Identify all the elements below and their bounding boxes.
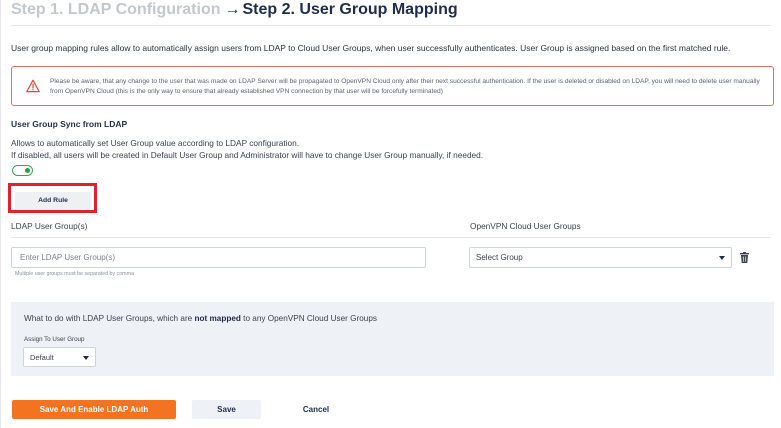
- intro-text: User group mapping rules allow to automa…: [11, 43, 731, 53]
- save-button[interactable]: Save: [192, 400, 261, 419]
- header-divider: [11, 25, 771, 26]
- warning-alert: Please be aware, that any change to the …: [11, 66, 774, 106]
- warning-icon: [26, 79, 40, 93]
- sync-section-title: User Group Sync from LDAP: [11, 119, 128, 129]
- breadcrumb: Step 1. LDAP Configuration → Step 2. User …: [11, 1, 458, 19]
- unmapped-text-before: What to do with LDAP User Groups, which …: [24, 314, 195, 323]
- unmapped-groups-text: What to do with LDAP User Groups, which …: [24, 314, 377, 323]
- unmapped-text-bold: not mapped: [194, 314, 241, 323]
- cloud-group-select-value: Select Group: [476, 253, 523, 262]
- breadcrumb-step1[interactable]: Step 1. LDAP Configuration: [11, 1, 220, 18]
- assign-group-select[interactable]: Default: [23, 347, 96, 367]
- unmapped-groups-panel: What to do with LDAP User Groups, which …: [11, 302, 774, 376]
- assign-group-select-value: Default: [30, 353, 54, 362]
- warning-alert-text: Please be aware, that any change to the …: [50, 78, 760, 95]
- ldap-groups-column-label: LDAP User Group(s): [11, 221, 88, 231]
- columns-divider: [11, 237, 771, 238]
- save-and-enable-button[interactable]: Save And Enable LDAP Auth: [12, 400, 176, 419]
- cloud-groups-column-label: OpenVPN Cloud User Groups: [470, 221, 581, 231]
- sync-description-line2: If disabled, all users will be created i…: [11, 150, 484, 160]
- trash-icon[interactable]: [740, 252, 749, 263]
- unmapped-text-after: to any OpenVPN Cloud User Groups: [240, 314, 377, 323]
- chevron-down-icon: [719, 256, 725, 260]
- ldap-group-mapping-page: Step 1. LDAP Configuration → Step 2. User …: [0, 0, 781, 428]
- toggle-knob: [24, 167, 30, 173]
- ldap-groups-input[interactable]: [11, 247, 426, 268]
- breadcrumb-step2: Step 2. User Group Mapping: [242, 1, 458, 18]
- cancel-button[interactable]: Cancel: [287, 400, 345, 419]
- chevron-down-icon: [83, 356, 89, 360]
- assign-group-label: Assign To User Group: [24, 336, 85, 343]
- cloud-group-select[interactable]: Select Group: [469, 247, 732, 268]
- ldap-groups-hint: Multiple user groups must be separated b…: [15, 271, 134, 277]
- sync-description-line1: Allows to automatically set User Group v…: [11, 138, 300, 148]
- add-rule-button[interactable]: Add Rule: [15, 192, 91, 209]
- breadcrumb-arrow: →: [224, 1, 241, 18]
- sync-toggle[interactable]: [12, 165, 33, 176]
- sync-description: Allows to automatically set User Group v…: [11, 137, 483, 161]
